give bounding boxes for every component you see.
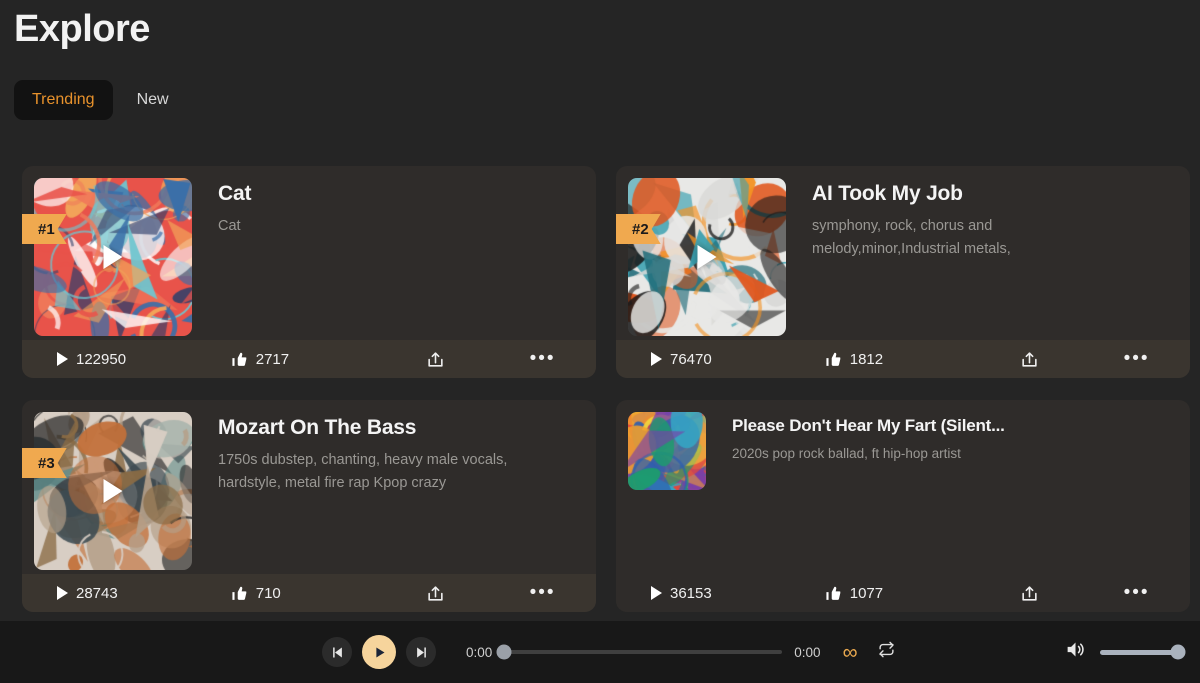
play-icon — [57, 352, 68, 366]
previous-track-button[interactable] — [322, 637, 352, 667]
track-thumbnail[interactable] — [628, 178, 786, 336]
share-button[interactable] — [382, 584, 489, 603]
track-card-body: #1 Cat Cat — [22, 166, 596, 340]
more-options-button[interactable]: ••• — [489, 583, 596, 602]
track-subtitle: 2020s pop rock ballad, ft hip-hop artist — [732, 446, 961, 461]
transport-controls — [322, 635, 436, 669]
thumbnail-wrap: #3 — [34, 412, 192, 574]
track-card[interactable]: Please Don't Hear My Fart (Silent... 202… — [616, 400, 1190, 612]
track-meta: Cat Cat — [192, 178, 596, 340]
track-thumbnail[interactable] — [34, 178, 192, 336]
thumbs-up-icon — [232, 352, 247, 366]
more-options-button[interactable]: ••• — [489, 349, 596, 368]
track-card-footer: 28743 710 ••• — [22, 574, 596, 612]
play-count[interactable]: 76470 — [616, 351, 825, 368]
tab-trending[interactable]: Trending — [14, 80, 113, 120]
thumbnail-wrap: #2 — [628, 178, 786, 340]
progress-slider[interactable] — [496, 644, 783, 660]
play-icon — [651, 586, 662, 600]
play-button[interactable] — [362, 635, 396, 669]
repeat-button[interactable] — [878, 641, 895, 663]
track-meta: Please Don't Hear My Fart (Silent... 202… — [706, 412, 1190, 574]
track-card[interactable]: #2 AI Took My Job symphony, rock, chorus… — [616, 166, 1190, 378]
like-count[interactable]: 1077 — [825, 585, 976, 602]
tab-bar: Trending New — [14, 80, 187, 120]
progress-section: 0:00 0:00 — [466, 644, 821, 660]
like-count-value: 1812 — [849, 350, 884, 368]
share-icon — [428, 351, 443, 367]
volume-section — [1065, 639, 1186, 665]
track-card-footer: 36153 1077 ••• — [616, 574, 1190, 612]
share-button[interactable] — [382, 350, 489, 369]
volume-icon — [1067, 642, 1084, 657]
share-button[interactable] — [976, 584, 1083, 603]
volume-button[interactable] — [1065, 639, 1086, 665]
play-count[interactable]: 122950 — [22, 351, 231, 368]
track-title: Please Don't Hear My Fart (Silent... — [732, 416, 1005, 435]
play-icon — [375, 647, 384, 657]
player-bar: 0:00 0:00 ∞ — [0, 621, 1200, 683]
repeat-icon — [878, 641, 894, 658]
thumbs-up-icon — [826, 586, 841, 600]
skip-forward-icon — [416, 647, 426, 657]
play-count-value: 122950 — [76, 350, 127, 368]
play-icon — [57, 586, 68, 600]
like-count-value: 2717 — [255, 350, 290, 368]
track-card-body: #2 AI Took My Job symphony, rock, chorus… — [616, 166, 1190, 340]
more-options-button[interactable]: ••• — [1083, 349, 1190, 368]
track-card[interactable]: #1 Cat Cat 122950 2717 ••• — [22, 166, 596, 378]
share-icon — [1022, 351, 1037, 367]
total-time: 0:00 — [794, 644, 821, 660]
track-subtitle: Cat — [218, 218, 241, 234]
tab-new[interactable]: New — [119, 80, 187, 120]
share-icon — [1022, 585, 1037, 601]
like-count-value: 1077 — [849, 584, 884, 602]
thumbnail-wrap: #1 — [34, 178, 192, 340]
track-title: Cat — [218, 182, 252, 205]
play-count[interactable]: 36153 — [616, 585, 825, 602]
like-count[interactable]: 710 — [231, 585, 382, 602]
track-card[interactable]: #3 Mozart On The Bass 1750s dubstep, cha… — [22, 400, 596, 612]
play-count-value: 28743 — [76, 584, 118, 602]
next-track-button[interactable] — [406, 637, 436, 667]
track-subtitle: 1750s dubstep, chanting, heavy male voca… — [218, 452, 508, 491]
track-card-body: Please Don't Hear My Fart (Silent... 202… — [616, 400, 1190, 574]
track-card-body: #3 Mozart On The Bass 1750s dubstep, cha… — [22, 400, 596, 574]
track-title: AI Took My Job — [812, 182, 963, 205]
thumbs-up-icon — [232, 586, 247, 600]
like-count[interactable]: 2717 — [231, 351, 382, 368]
play-count-value: 36153 — [670, 584, 712, 602]
progress-knob[interactable] — [496, 644, 512, 660]
like-count-value: 710 — [255, 584, 281, 602]
share-button[interactable] — [976, 350, 1083, 369]
track-thumbnail[interactable] — [628, 412, 706, 490]
play-icon — [651, 352, 662, 366]
track-meta: AI Took My Job symphony, rock, chorus an… — [786, 178, 1190, 340]
current-time: 0:00 — [466, 644, 493, 660]
thumbnail-wrap — [628, 412, 706, 574]
track-card-footer: 122950 2717 ••• — [22, 340, 596, 378]
play-count[interactable]: 28743 — [22, 585, 231, 602]
track-meta: Mozart On The Bass 1750s dubstep, chanti… — [192, 412, 596, 574]
track-subtitle: symphony, rock, chorus and melody,minor,… — [812, 218, 1011, 257]
volume-knob[interactable] — [1170, 644, 1186, 660]
track-thumbnail[interactable] — [34, 412, 192, 570]
infinity-icon[interactable]: ∞ — [843, 642, 858, 663]
volume-slider[interactable] — [1100, 644, 1186, 660]
share-icon — [428, 585, 443, 601]
page-title: Explore — [14, 8, 150, 50]
track-title: Mozart On The Bass — [218, 416, 417, 439]
track-card-grid: #1 Cat Cat 122950 2717 ••• #2 AI Took My… — [22, 166, 1190, 612]
loop-controls: ∞ — [843, 641, 895, 663]
more-options-button[interactable]: ••• — [1083, 583, 1190, 602]
play-count-value: 76470 — [670, 350, 712, 368]
skip-back-icon — [332, 647, 342, 657]
track-card-footer: 76470 1812 ••• — [616, 340, 1190, 378]
like-count[interactable]: 1812 — [825, 351, 976, 368]
thumbs-up-icon — [826, 352, 841, 366]
